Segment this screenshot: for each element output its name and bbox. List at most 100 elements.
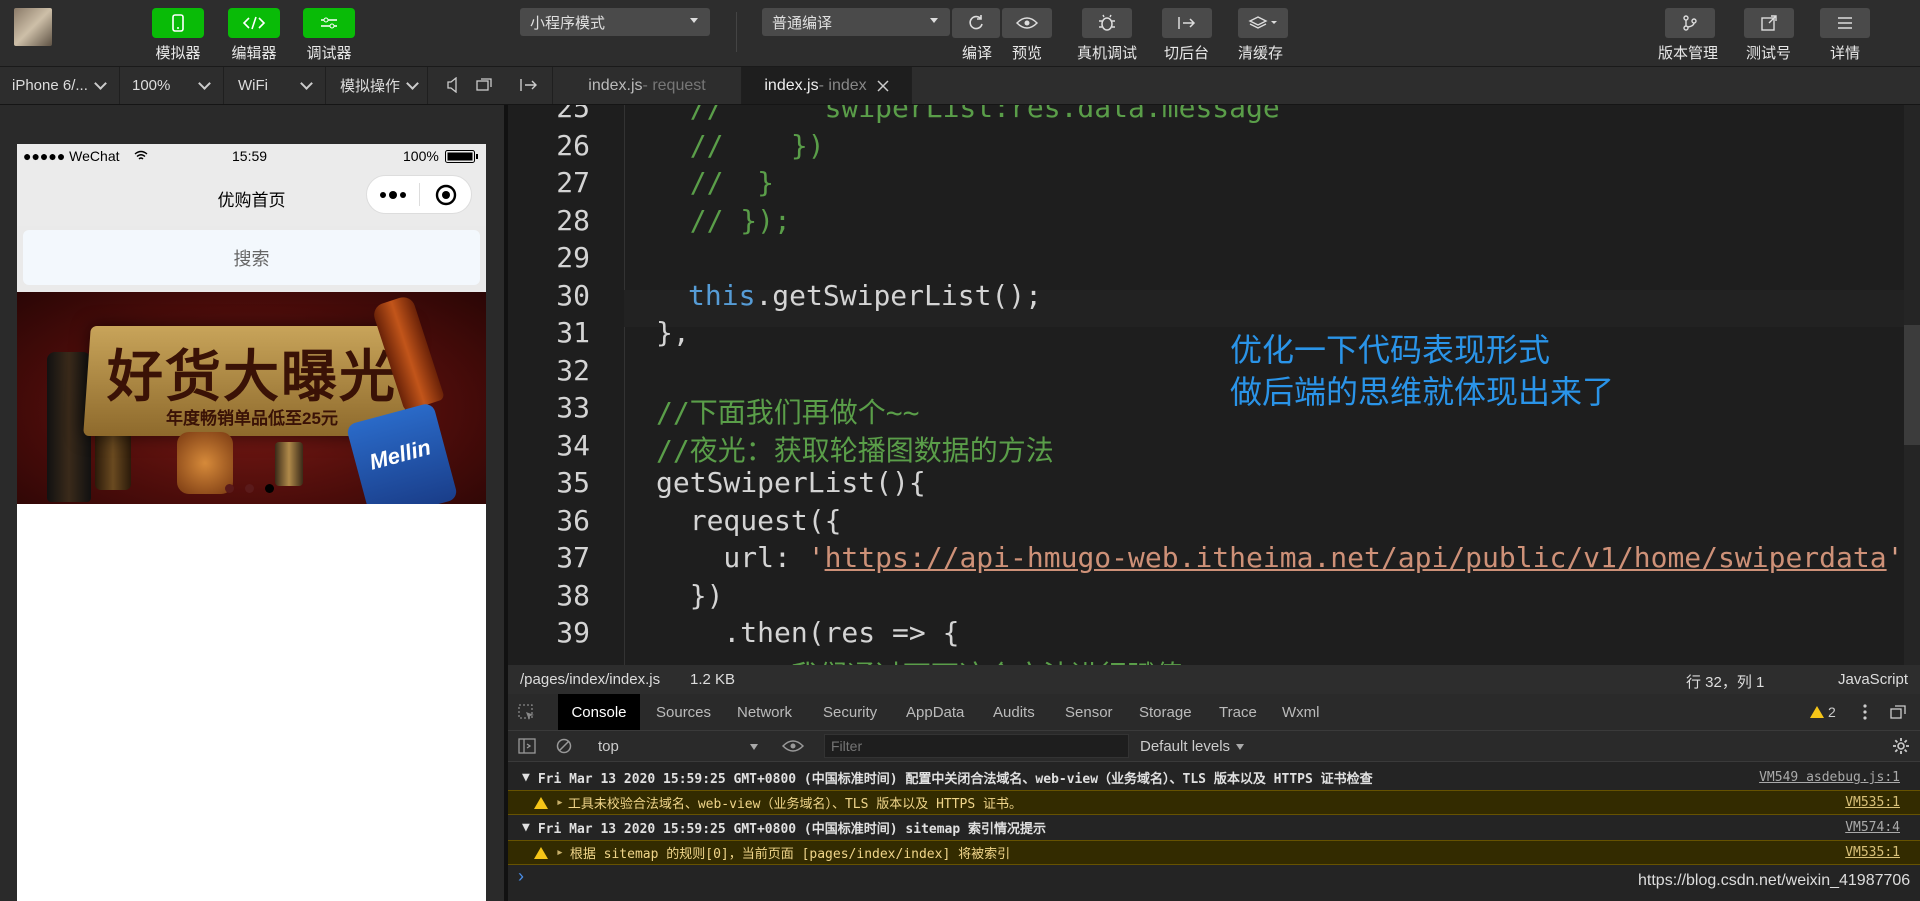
tab-security[interactable]: Security bbox=[823, 694, 877, 730]
swiper-dot[interactable] bbox=[245, 484, 254, 493]
close-icon[interactable] bbox=[877, 79, 889, 92]
warning-counter[interactable]: 2 bbox=[1810, 704, 1836, 720]
triangle-right-icon[interactable]: ▸ bbox=[556, 795, 564, 810]
clear-console-icon[interactable] bbox=[556, 738, 572, 754]
tab-audits[interactable]: Audits bbox=[993, 694, 1035, 730]
editor-button[interactable] bbox=[228, 8, 280, 38]
switch-background-button[interactable] bbox=[1162, 8, 1212, 38]
carrier-text: ●●●●● WeChat bbox=[23, 148, 120, 164]
caret-down-icon bbox=[690, 18, 698, 23]
code-line[interactable]: getSwiperList(){ bbox=[656, 466, 926, 499]
debugger-label: 调试器 bbox=[306, 45, 352, 62]
tab-storage[interactable]: Storage bbox=[1139, 694, 1192, 730]
details-button[interactable] bbox=[1820, 8, 1870, 38]
console-group-header[interactable]: ▼ Fri Mar 13 2020 15:59:25 GMT+0800 (中国标… bbox=[508, 815, 1920, 840]
bug-icon bbox=[1099, 14, 1115, 31]
clear-cache-button[interactable] bbox=[1238, 8, 1288, 38]
code-line-partial[interactable]: //我们通过下面这个方法进行赋值 bbox=[656, 654, 1183, 666]
console-source-link[interactable]: VM549 asdebug.js:1 bbox=[1759, 770, 1900, 785]
code-line[interactable]: request({ bbox=[656, 504, 842, 537]
device-select[interactable]: iPhone 6/... bbox=[0, 67, 120, 104]
eye-icon[interactable] bbox=[782, 739, 804, 753]
code-line[interactable]: }, bbox=[656, 316, 690, 349]
swiper-dot[interactable] bbox=[225, 484, 234, 493]
inspect-element-icon[interactable] bbox=[518, 704, 536, 722]
context-select[interactable]: top bbox=[590, 734, 766, 758]
tab-wxml[interactable]: Wxml bbox=[1282, 694, 1320, 730]
tab-console[interactable]: Console bbox=[558, 694, 640, 730]
real-device-debug-button[interactable] bbox=[1082, 8, 1132, 38]
test-account-button[interactable] bbox=[1744, 8, 1794, 38]
line-number: 28 bbox=[556, 203, 590, 237]
more-vertical-icon[interactable] bbox=[1862, 703, 1868, 721]
code-line[interactable]: .then(res => { bbox=[656, 616, 959, 649]
user-avatar[interactable] bbox=[14, 8, 52, 46]
mode-select[interactable]: 小程序模式 bbox=[520, 8, 710, 36]
code-line[interactable]: url: 'https://api-hmugo-web.itheima.net/… bbox=[656, 541, 1903, 574]
tab-index-request[interactable]: index.js - request bbox=[552, 67, 742, 104]
code-line[interactable]: this.getSwiperList(); bbox=[688, 279, 1042, 312]
capsule-divider bbox=[419, 183, 420, 206]
more-dots-icon[interactable] bbox=[379, 190, 407, 200]
compile-label: 编译 bbox=[962, 45, 993, 62]
preview-button[interactable] bbox=[1002, 8, 1052, 38]
console-filter-input[interactable] bbox=[824, 734, 1129, 758]
console-message: Fri Mar 13 2020 15:59:25 GMT+0800 (中国标准时… bbox=[537, 822, 1047, 837]
close-miniprogram-icon[interactable] bbox=[435, 184, 457, 206]
code-line[interactable]: // } bbox=[656, 166, 774, 199]
editor-scroll-thumb[interactable] bbox=[1904, 325, 1920, 445]
search-input[interactable]: 搜索 bbox=[23, 230, 480, 285]
console-settings-gear-icon[interactable] bbox=[1892, 737, 1910, 755]
console-source-link[interactable]: VM535:1 bbox=[1845, 845, 1900, 860]
tab-network[interactable]: Network bbox=[737, 694, 792, 730]
tab-appdata[interactable]: AppData bbox=[906, 694, 964, 730]
console-source-link[interactable]: VM574:4 bbox=[1845, 820, 1900, 835]
tab-sensor[interactable]: Sensor bbox=[1065, 694, 1113, 730]
menu-capsule[interactable] bbox=[366, 175, 472, 214]
simulate-ops-select[interactable]: 模拟操作 bbox=[328, 67, 428, 104]
compile-button[interactable] bbox=[952, 8, 1000, 38]
log-levels-select[interactable]: Default levels bbox=[1140, 738, 1245, 755]
version-manage-button[interactable] bbox=[1665, 8, 1715, 38]
code-line[interactable]: // }) bbox=[656, 129, 825, 162]
url-string-token[interactable]: https://api-hmugo-web.itheima.net/api/pu… bbox=[825, 541, 1887, 574]
swiper-banner[interactable]: 好货大曝光 年度畅销单品低至25元 Mellin bbox=[17, 292, 486, 504]
code-line[interactable]: //夜光：获取轮播图数据的方法 bbox=[656, 429, 1054, 469]
debugger-button[interactable] bbox=[303, 8, 355, 38]
switch-background-icon bbox=[1178, 17, 1196, 29]
zoom-select[interactable]: 100% bbox=[120, 67, 224, 104]
code-editor[interactable]: 25 // swiperList:res.data.message 26 // }… bbox=[508, 105, 1920, 665]
banner-subtitle: 年度畅销单品低至25元 bbox=[166, 409, 338, 428]
toggle-tree-icon[interactable] bbox=[520, 78, 538, 97]
swiper-dot-active[interactable] bbox=[265, 484, 274, 493]
code-line[interactable]: // }); bbox=[656, 204, 791, 237]
volume-icon[interactable] bbox=[446, 76, 460, 98]
console-prompt[interactable]: › bbox=[518, 866, 524, 887]
code-line[interactable]: // swiperList:res.data.message bbox=[656, 105, 1280, 124]
window-icon[interactable] bbox=[476, 78, 492, 97]
network-select[interactable]: WiFi bbox=[226, 67, 326, 104]
branch-icon bbox=[1683, 15, 1697, 31]
undock-icon[interactable] bbox=[1890, 705, 1906, 719]
console-group-header[interactable]: ▼ Fri Mar 13 2020 15:59:25 GMT+0800 (中国标… bbox=[508, 765, 1920, 790]
code-line[interactable]: //下面我们再做个~~ bbox=[656, 391, 919, 431]
tab-sources[interactable]: Sources bbox=[656, 694, 711, 730]
battery-icon bbox=[445, 150, 478, 163]
cursor-position[interactable]: 行 32，列 1 bbox=[1686, 671, 1764, 692]
triangle-right-icon[interactable]: ▸ bbox=[556, 845, 564, 860]
console-source-link[interactable]: VM535:1 bbox=[1845, 795, 1900, 810]
tab-trace[interactable]: Trace bbox=[1219, 694, 1257, 730]
battery-percent: 100% bbox=[403, 148, 439, 164]
line-number: 32 bbox=[556, 353, 590, 387]
code-line[interactable]: }) bbox=[656, 579, 724, 612]
simulator-button[interactable] bbox=[152, 8, 204, 38]
phone-status-bar: ●●●●● WeChat 15:59 100% bbox=[17, 144, 486, 168]
string-quote-token: ' bbox=[1886, 541, 1904, 574]
compile-select[interactable]: 普通编译 bbox=[762, 8, 950, 36]
language-mode[interactable]: JavaScript bbox=[1838, 671, 1908, 688]
tab-index-index[interactable]: index.js - index bbox=[742, 67, 912, 104]
chevron-down-icon bbox=[94, 77, 107, 90]
tab-file-suffix: - request bbox=[642, 76, 706, 94]
sidebar-toggle-icon[interactable] bbox=[518, 738, 536, 754]
device-bar: iPhone 6/... 100% WiFi 模拟操作 index.js - r… bbox=[0, 67, 1920, 105]
